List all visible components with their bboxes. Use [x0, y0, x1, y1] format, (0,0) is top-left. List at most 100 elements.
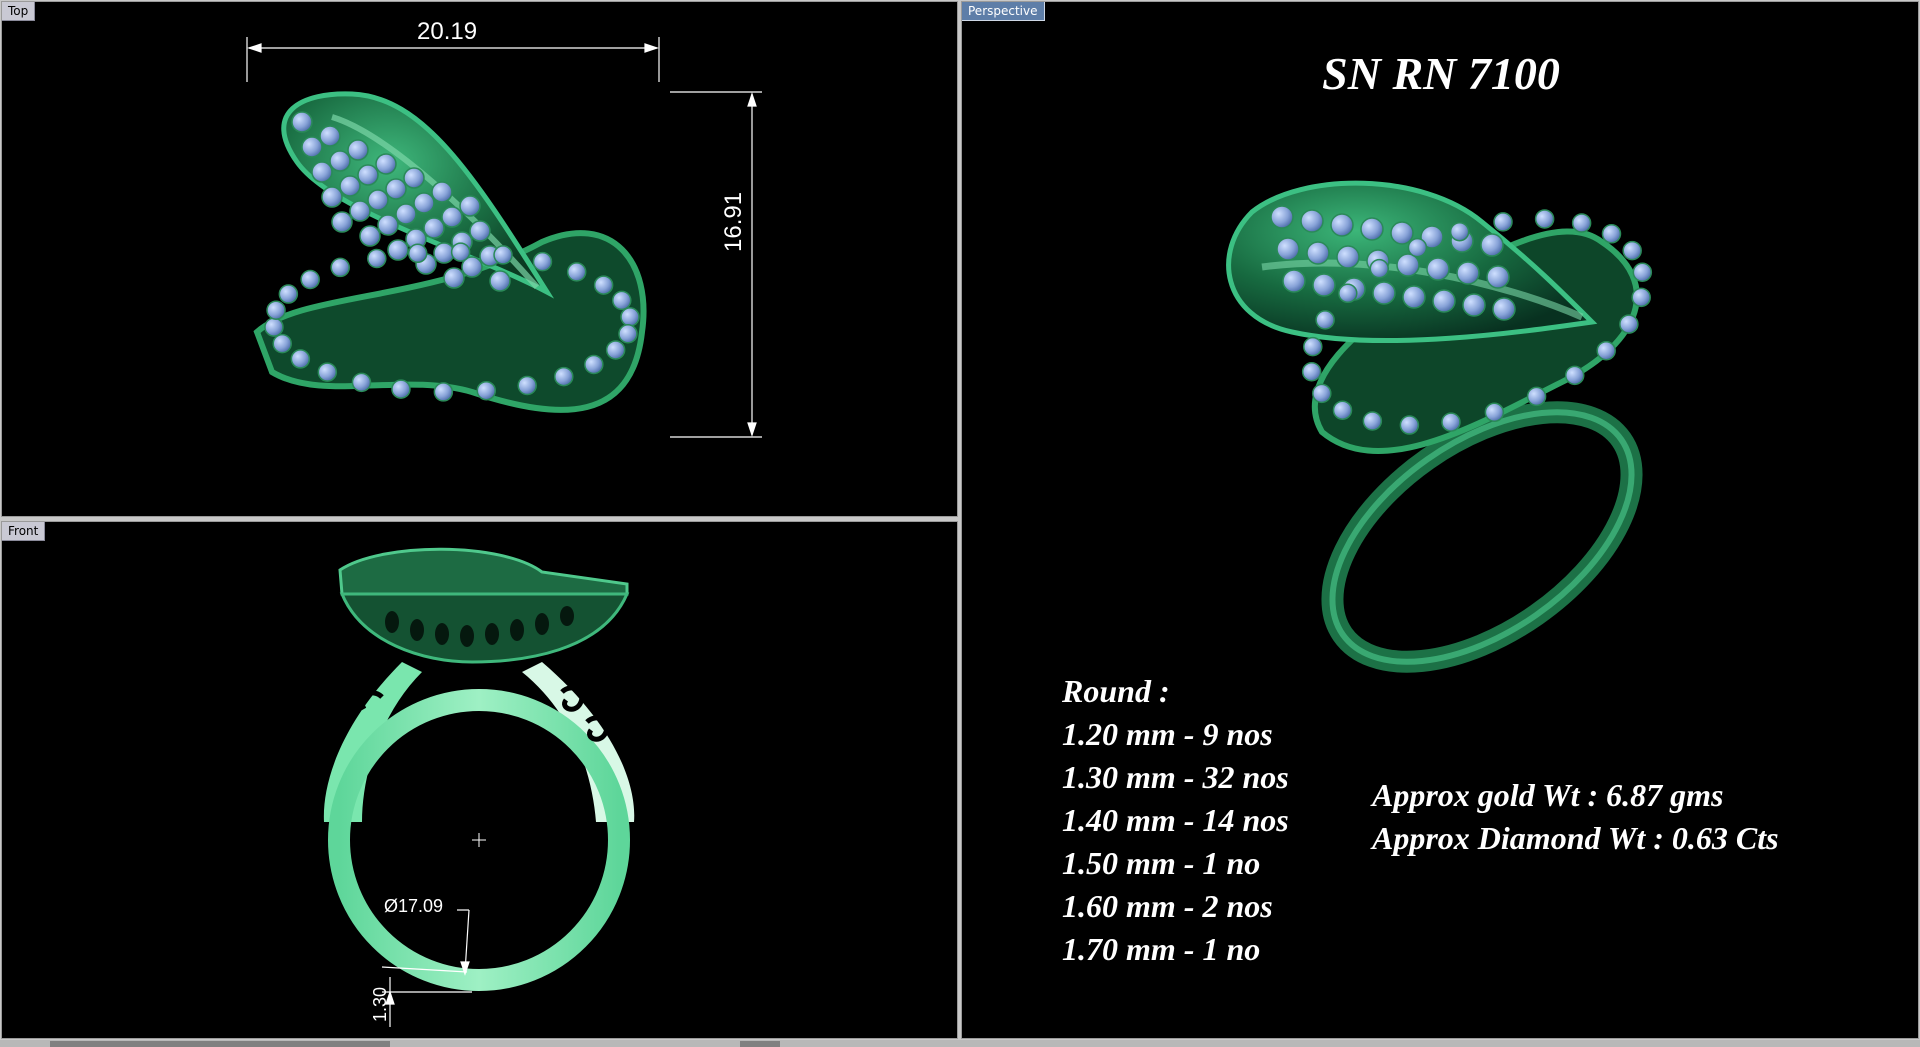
- diamond-stone: [612, 290, 632, 311]
- diamond-stone: [1332, 400, 1353, 420]
- diamond-stone: [493, 245, 513, 265]
- diamond-stone: [329, 150, 351, 172]
- diamond-stone: [375, 153, 397, 175]
- diamond-stone: [1338, 283, 1358, 304]
- diamond-stone: [620, 307, 640, 327]
- diamond-stone: [387, 239, 409, 261]
- diamond-stone: [291, 111, 313, 133]
- diamond-stone: [450, 242, 471, 262]
- diamond-stone: [476, 380, 497, 401]
- diamond-stone: [391, 379, 411, 399]
- diamond-stone: [311, 161, 333, 183]
- diamond-stone: [1534, 209, 1555, 229]
- band-thickness-label: 1.30: [370, 986, 390, 1022]
- diamond-stone: [1601, 224, 1622, 244]
- diamond-stone: [1462, 293, 1486, 317]
- status-bar-segment: [740, 1041, 780, 1047]
- diamond-stone: [605, 340, 626, 360]
- diamond-stone: [1276, 237, 1300, 261]
- diamond-stone: [321, 186, 343, 208]
- round-heading: Round :: [1062, 673, 1170, 709]
- diameter-dimension-label: Ø17.09: [384, 896, 444, 916]
- diamond-stone: [300, 269, 320, 290]
- viewport-tab-top[interactable]: Top: [2, 2, 36, 21]
- diamond-stone: [1426, 257, 1450, 281]
- status-bar-segment: [50, 1041, 390, 1047]
- diamond-stone: [1480, 233, 1504, 257]
- gold-weight: Approx gold Wt : 6.87 gms: [1372, 777, 1724, 813]
- diamond-stone: [317, 362, 338, 382]
- diamond-stone: [1399, 415, 1420, 435]
- top-view-ring-render: [246, 37, 762, 438]
- diamond-stone: [423, 217, 445, 239]
- diamond-stone: [517, 375, 537, 396]
- viewport-tab-front[interactable]: Front: [2, 522, 46, 541]
- diamond-stone: [413, 192, 435, 214]
- diamond-stone: [1390, 221, 1414, 245]
- diamond-stone: [1312, 383, 1332, 404]
- stone-line-2: 1.30 mm - 32 nos: [1062, 759, 1289, 795]
- diamond-stone: [1622, 240, 1642, 261]
- diamond-stone: [357, 164, 379, 186]
- diamond-stone: [1402, 285, 1426, 309]
- diamond-stone: [433, 382, 454, 402]
- stone-line-1: 1.20 mm - 9 nos: [1062, 716, 1273, 752]
- diamond-stone: [272, 333, 292, 354]
- diamond-stone: [1526, 386, 1547, 407]
- stone-line-5: 1.60 mm - 2 nos: [1062, 888, 1273, 924]
- diamond-stone: [1484, 402, 1505, 423]
- diamond-stone: [264, 317, 284, 337]
- diamond-stone: [331, 211, 353, 233]
- diamond-stone: [584, 354, 604, 375]
- diamond-stone: [532, 251, 553, 272]
- diamond-stone: [1360, 217, 1384, 241]
- diamond-stone: [403, 167, 425, 189]
- diamond-stone: [1456, 261, 1480, 285]
- diamond-stone: [1306, 241, 1330, 265]
- diamond-stone: [290, 349, 311, 369]
- stone-line-6: 1.70 mm - 1 no: [1062, 931, 1261, 967]
- diamond-stone: [359, 225, 381, 247]
- viewport-tab-perspective[interactable]: Perspective: [962, 2, 1045, 21]
- perspective-viewport[interactable]: Perspective SN RN 7100 Round : 1.20 mm -…: [961, 1, 1919, 1039]
- height-dimension-label: 16.91: [720, 191, 747, 252]
- diamond-stone: [443, 267, 465, 289]
- diamond-stone: [395, 203, 417, 225]
- diamond-stone: [1330, 213, 1354, 237]
- diamond-stone: [1300, 209, 1324, 233]
- diamond-stone: [554, 366, 574, 387]
- diamond-stone: [319, 125, 341, 147]
- diamond-stone: [489, 270, 511, 292]
- diamond-stone: [1315, 310, 1335, 330]
- front-view-ring-render: [323, 547, 635, 1027]
- status-bar: [0, 1040, 1920, 1047]
- top-viewport[interactable]: Top 20.19 16.91: [1, 1, 958, 517]
- diamond-stone: [1492, 297, 1516, 321]
- diamond-stone: [349, 200, 371, 222]
- diamond-stone: [278, 284, 299, 304]
- diamond-stone: [385, 178, 407, 200]
- diamond-stone: [351, 372, 372, 393]
- diamond-stone: [1619, 314, 1639, 334]
- diamond-stone: [459, 195, 481, 217]
- diamond-stone: [1486, 265, 1510, 289]
- diamond-stone: [469, 220, 491, 242]
- diamond-stone: [301, 136, 323, 158]
- diamond-stone: [407, 243, 428, 264]
- front-viewport[interactable]: Front Ø17.09 1.30: [1, 521, 958, 1039]
- diamond-stone: [1449, 221, 1470, 242]
- diamond-stone: [441, 206, 463, 228]
- center-marker: [472, 833, 486, 847]
- diamond-stone: [1372, 281, 1396, 305]
- diamond-stone: [1571, 213, 1592, 233]
- diamond-stone: [431, 181, 453, 203]
- diamond-stone: [1596, 340, 1616, 361]
- diamond-stone: [1564, 365, 1585, 386]
- diamond-stone: [377, 214, 399, 236]
- ring-head-top: [338, 547, 629, 596]
- diamond-stone: [1632, 262, 1653, 283]
- diamond-stone: [618, 324, 638, 344]
- diamond-stone: [1441, 412, 1461, 432]
- diamond-stone: [1631, 287, 1651, 308]
- diamond-stone: [1303, 336, 1323, 357]
